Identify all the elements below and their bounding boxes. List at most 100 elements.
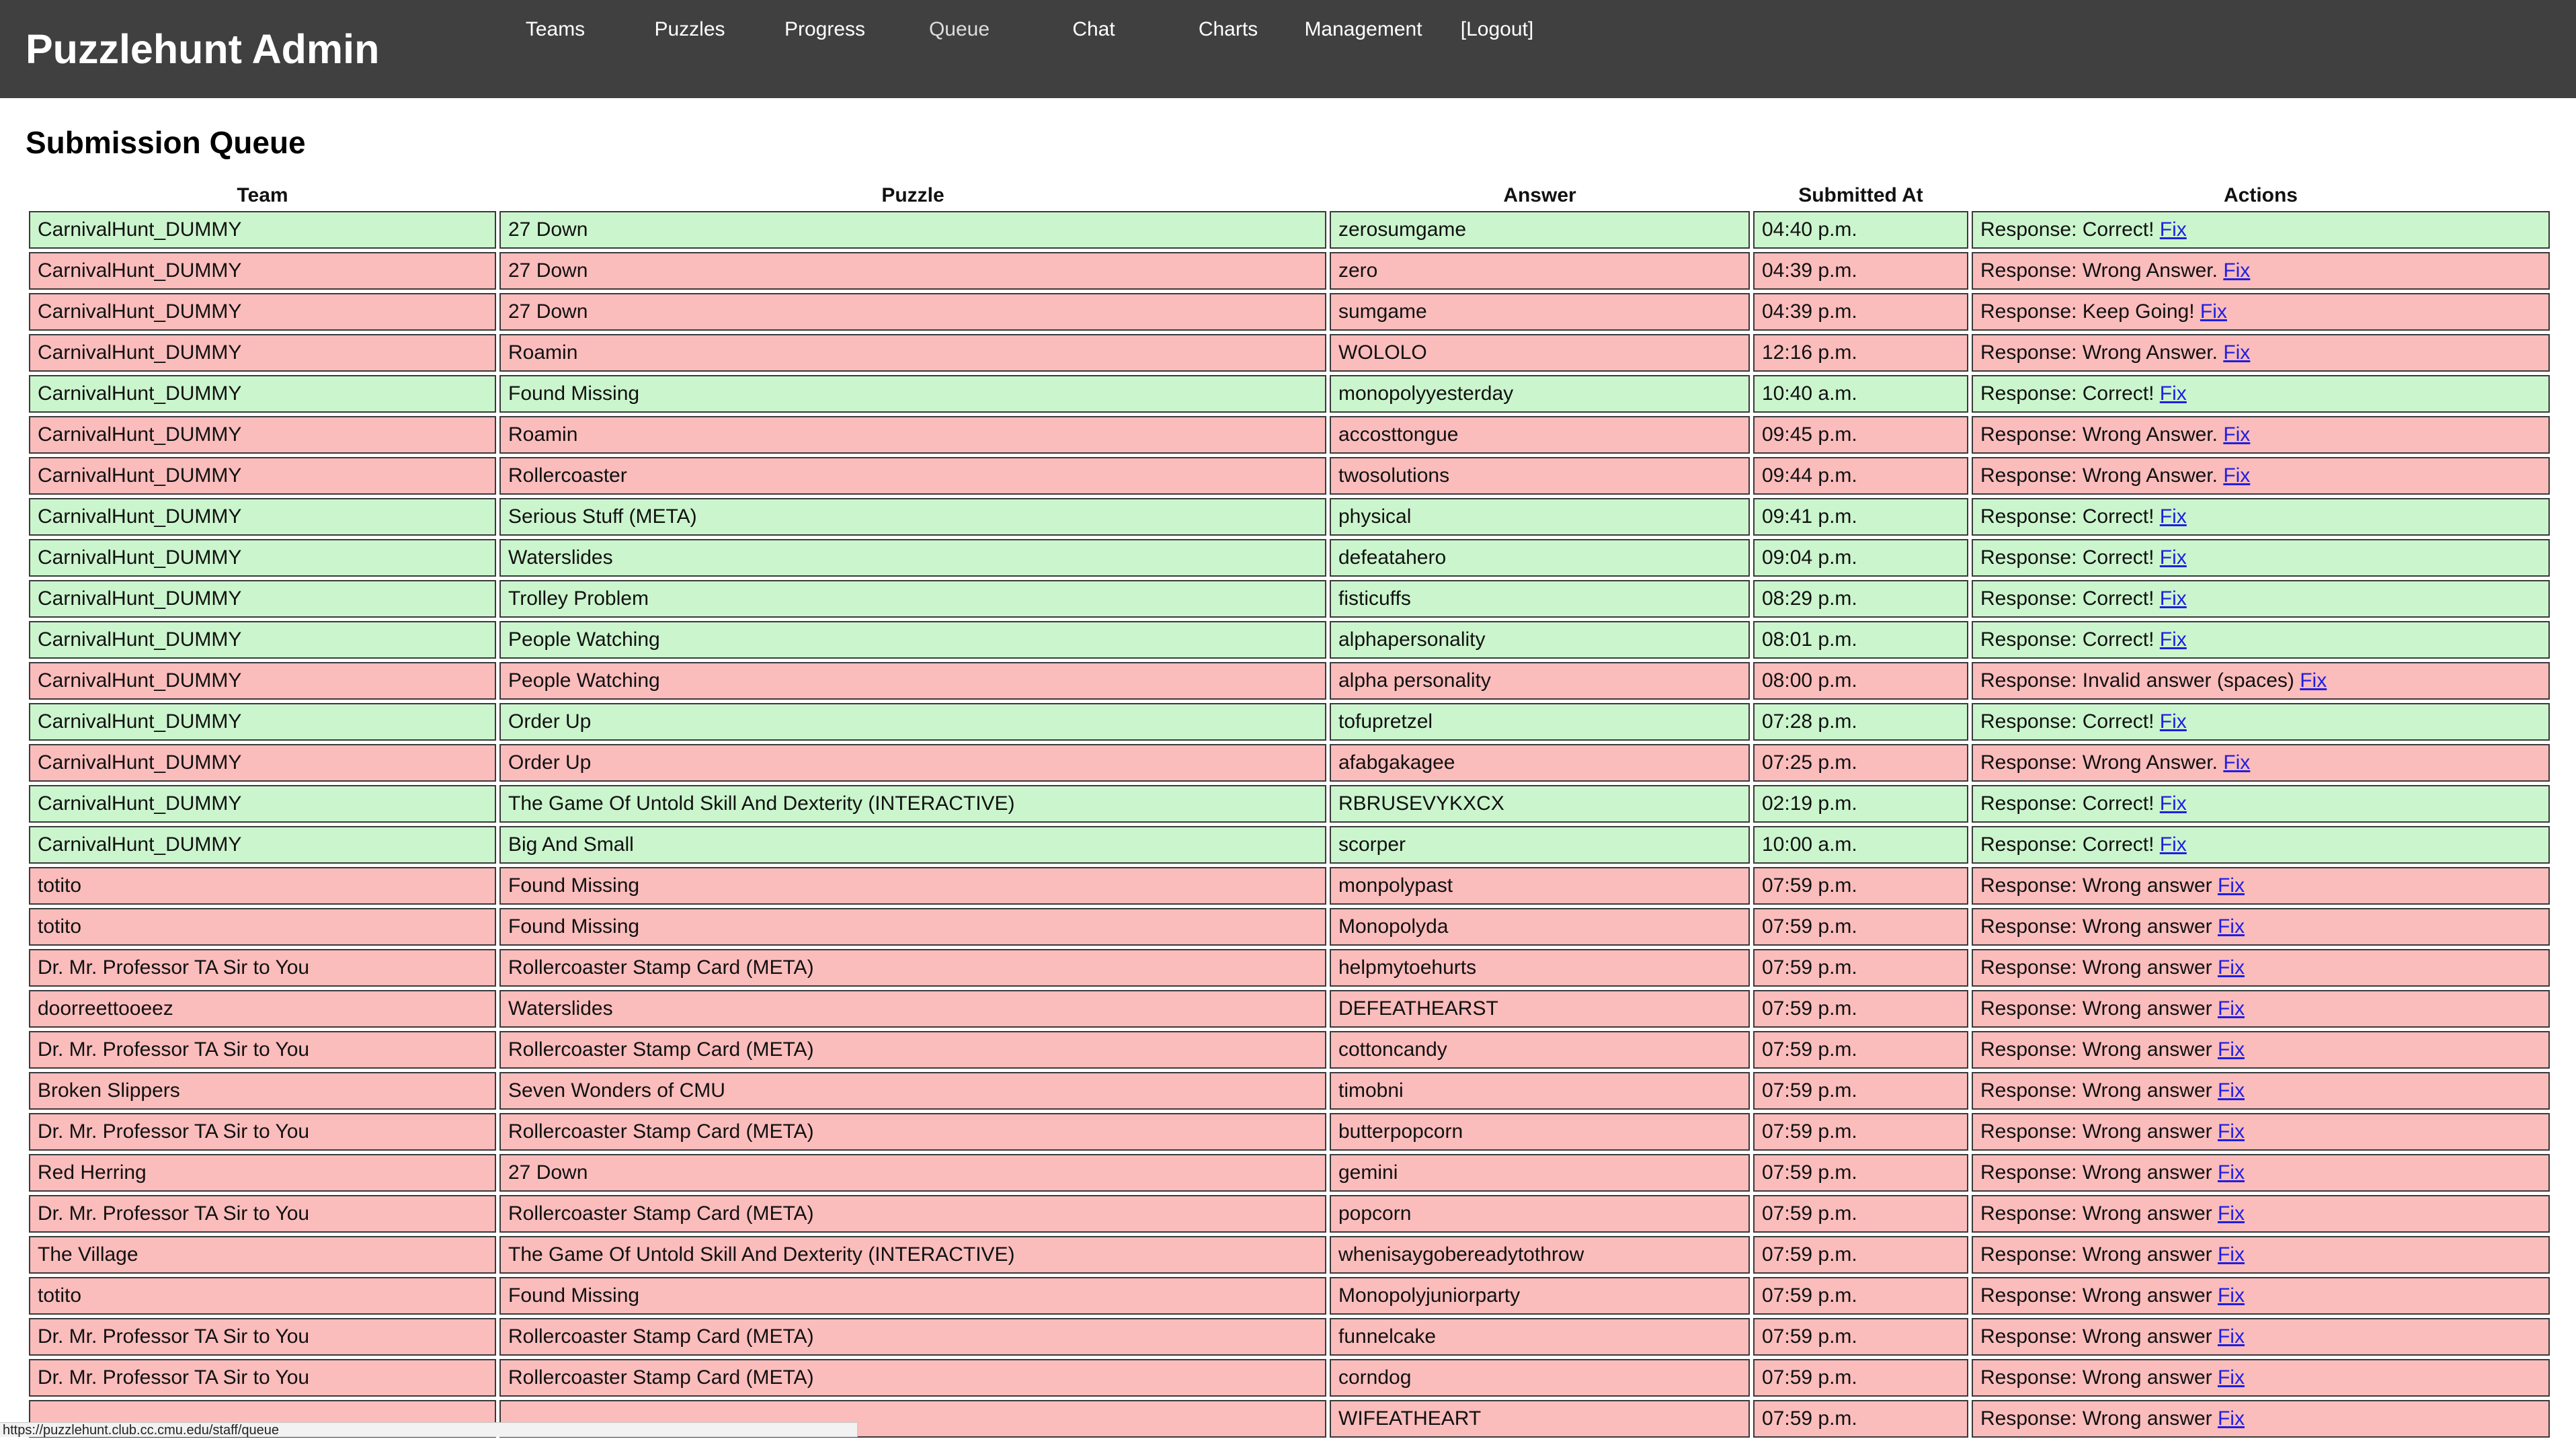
cell-time: 07:59 p.m. bbox=[1753, 1400, 1968, 1438]
table-row: Dr. Mr. Professor TA Sir to You Rollercoa… bbox=[29, 1113, 2550, 1151]
fix-link[interactable]: Fix bbox=[2218, 997, 2245, 1020]
fix-link[interactable]: Fix bbox=[2160, 833, 2187, 856]
response-text: Response: Correct! bbox=[1980, 218, 2155, 241]
response-text: Response: Wrong answer bbox=[1980, 1079, 2212, 1102]
fix-link[interactable]: Fix bbox=[2223, 341, 2250, 364]
fix-link[interactable]: Fix bbox=[2218, 1079, 2245, 1102]
fix-link[interactable]: Fix bbox=[2223, 259, 2250, 282]
cell-answer: accosttongue bbox=[1330, 416, 1750, 454]
cell-actions: Response: Correct! Fix bbox=[1972, 539, 2550, 577]
fix-link[interactable]: Fix bbox=[2223, 464, 2250, 487]
cell-team: CarnivalHunt_DUMMY bbox=[29, 785, 496, 823]
cell-answer: zero bbox=[1330, 252, 1750, 290]
fix-link[interactable]: Fix bbox=[2218, 956, 2245, 979]
table-row: CarnivalHunt_DUMMY Found Missing monopolyy… bbox=[29, 375, 2550, 413]
fix-link[interactable]: Fix bbox=[2160, 218, 2187, 241]
fix-link[interactable]: Fix bbox=[2218, 1161, 2245, 1184]
cell-puzzle: Roamin bbox=[499, 416, 1326, 454]
cell-actions: Response: Invalid answer (spaces) Fix bbox=[1972, 662, 2550, 700]
cell-answer: Monopolyjuniorparty bbox=[1330, 1277, 1750, 1315]
cell-answer: physical bbox=[1330, 498, 1750, 536]
fix-link[interactable]: Fix bbox=[2218, 1366, 2245, 1389]
cell-actions: Response: Wrong answer Fix bbox=[1972, 1154, 2550, 1192]
fix-link[interactable]: Fix bbox=[2300, 669, 2327, 692]
fix-link[interactable]: Fix bbox=[2218, 1325, 2245, 1348]
table-row: CarnivalHunt_DUMMY 27 Down zero 04:39 p.m. R… bbox=[29, 252, 2550, 290]
column-header-answer: Answer bbox=[1503, 184, 1576, 206]
response-text: Response: Correct! bbox=[1980, 628, 2155, 651]
nav-progress[interactable]: Progress bbox=[784, 17, 865, 42]
cell-puzzle: Rollercoaster Stamp Card (META) bbox=[499, 1031, 1326, 1069]
cell-team: CarnivalHunt_DUMMY bbox=[29, 252, 496, 290]
fix-link[interactable]: Fix bbox=[2218, 1284, 2245, 1307]
fix-link[interactable]: Fix bbox=[2218, 1120, 2245, 1143]
column-header-team: Team bbox=[237, 184, 288, 206]
fix-link[interactable]: Fix bbox=[2200, 300, 2227, 323]
fix-link[interactable]: Fix bbox=[2218, 1202, 2245, 1225]
cell-time: 07:59 p.m. bbox=[1753, 1072, 1968, 1110]
cell-puzzle: Found Missing bbox=[499, 867, 1326, 905]
cell-puzzle: Waterslides bbox=[499, 539, 1326, 577]
fix-link[interactable]: Fix bbox=[2218, 1243, 2245, 1266]
cell-actions: Response: Wrong answer Fix bbox=[1972, 1113, 2550, 1151]
nav-queue[interactable]: Queue bbox=[929, 17, 990, 42]
nav-management[interactable]: Management bbox=[1304, 17, 1422, 42]
cell-time: 07:59 p.m. bbox=[1753, 1154, 1968, 1192]
cell-time: 07:59 p.m. bbox=[1753, 990, 1968, 1028]
table-row: CarnivalHunt_DUMMY Order Up afabgakagee 07:… bbox=[29, 744, 2550, 782]
cell-answer: monpolypast bbox=[1330, 867, 1750, 905]
response-text: Response: Keep Going! bbox=[1980, 300, 2195, 323]
cell-puzzle: 27 Down bbox=[499, 293, 1326, 331]
nav-charts[interactable]: Charts bbox=[1199, 17, 1258, 42]
nav-logout[interactable]: [Logout] bbox=[1461, 17, 1533, 42]
table-row: CarnivalHunt_DUMMY Rollercoaster twosoluti… bbox=[29, 457, 2550, 495]
cell-answer: alphapersonality bbox=[1330, 621, 1750, 659]
cell-actions: Response: Correct! Fix bbox=[1972, 211, 2550, 249]
nav-chat[interactable]: Chat bbox=[1072, 17, 1115, 42]
response-text: Response: Correct! bbox=[1980, 587, 2155, 610]
fix-link[interactable]: Fix bbox=[2160, 710, 2187, 733]
cell-time: 07:59 p.m. bbox=[1753, 1236, 1968, 1274]
response-text: Response: Wrong answer bbox=[1980, 1120, 2212, 1143]
nav-puzzles[interactable]: Puzzles bbox=[654, 17, 725, 42]
cell-actions: Response: Wrong answer Fix bbox=[1972, 1236, 2550, 1274]
cell-team: CarnivalHunt_DUMMY bbox=[29, 293, 496, 331]
cell-time: 10:00 a.m. bbox=[1753, 826, 1968, 864]
fix-link[interactable]: Fix bbox=[2223, 751, 2250, 774]
nav-teams[interactable]: Teams bbox=[526, 17, 585, 42]
fix-link[interactable]: Fix bbox=[2218, 915, 2245, 938]
fix-link[interactable]: Fix bbox=[2218, 1038, 2245, 1061]
table-row: Dr. Mr. Professor TA Sir to You Rollercoa… bbox=[29, 949, 2550, 987]
cell-puzzle: Found Missing bbox=[499, 1277, 1326, 1315]
fix-link[interactable]: Fix bbox=[2160, 505, 2187, 528]
fix-link[interactable]: Fix bbox=[2218, 1407, 2245, 1430]
table-row: CarnivalHunt_DUMMY The Game Of Untold Ski… bbox=[29, 785, 2550, 823]
table-row: CarnivalHunt_DUMMY 27 Down zerosumgame 04:4… bbox=[29, 211, 2550, 249]
cell-team: Dr. Mr. Professor TA Sir to You bbox=[29, 1318, 496, 1356]
fix-link[interactable]: Fix bbox=[2160, 628, 2187, 651]
fix-link[interactable]: Fix bbox=[2160, 546, 2187, 569]
table-row: CarnivalHunt_DUMMY Waterslides defeatahero… bbox=[29, 539, 2550, 577]
fix-link[interactable]: Fix bbox=[2218, 874, 2245, 897]
submission-table: Team Puzzle Answer Submitted At Actions … bbox=[26, 180, 2553, 1441]
cell-actions: Response: Keep Going! Fix bbox=[1972, 293, 2550, 331]
cell-team: doorreettooeez bbox=[29, 990, 496, 1028]
cell-answer: twosolutions bbox=[1330, 457, 1750, 495]
response-text: Response: Correct! bbox=[1980, 505, 2155, 528]
fix-link[interactable]: Fix bbox=[2223, 423, 2250, 446]
cell-team: totito bbox=[29, 908, 496, 946]
table-row: CarnivalHunt_DUMMY Big And Small scorper 10… bbox=[29, 826, 2550, 864]
column-header-puzzle: Puzzle bbox=[881, 184, 944, 206]
fix-link[interactable]: Fix bbox=[2160, 587, 2187, 610]
cell-time: 09:41 p.m. bbox=[1753, 498, 1968, 536]
fix-link[interactable]: Fix bbox=[2160, 382, 2187, 405]
fix-link[interactable]: Fix bbox=[2160, 792, 2187, 815]
cell-team: CarnivalHunt_DUMMY bbox=[29, 457, 496, 495]
response-text: Response: Wrong answer bbox=[1980, 1407, 2212, 1430]
table-row: Dr. Mr. Professor TA Sir to You Rollercoa… bbox=[29, 1359, 2550, 1397]
cell-puzzle: Found Missing bbox=[499, 908, 1326, 946]
cell-team: totito bbox=[29, 867, 496, 905]
cell-time: 07:59 p.m. bbox=[1753, 1318, 1968, 1356]
page-title: Submission Queue bbox=[26, 125, 306, 160]
app-title[interactable]: Puzzlehunt Admin bbox=[26, 26, 379, 73]
